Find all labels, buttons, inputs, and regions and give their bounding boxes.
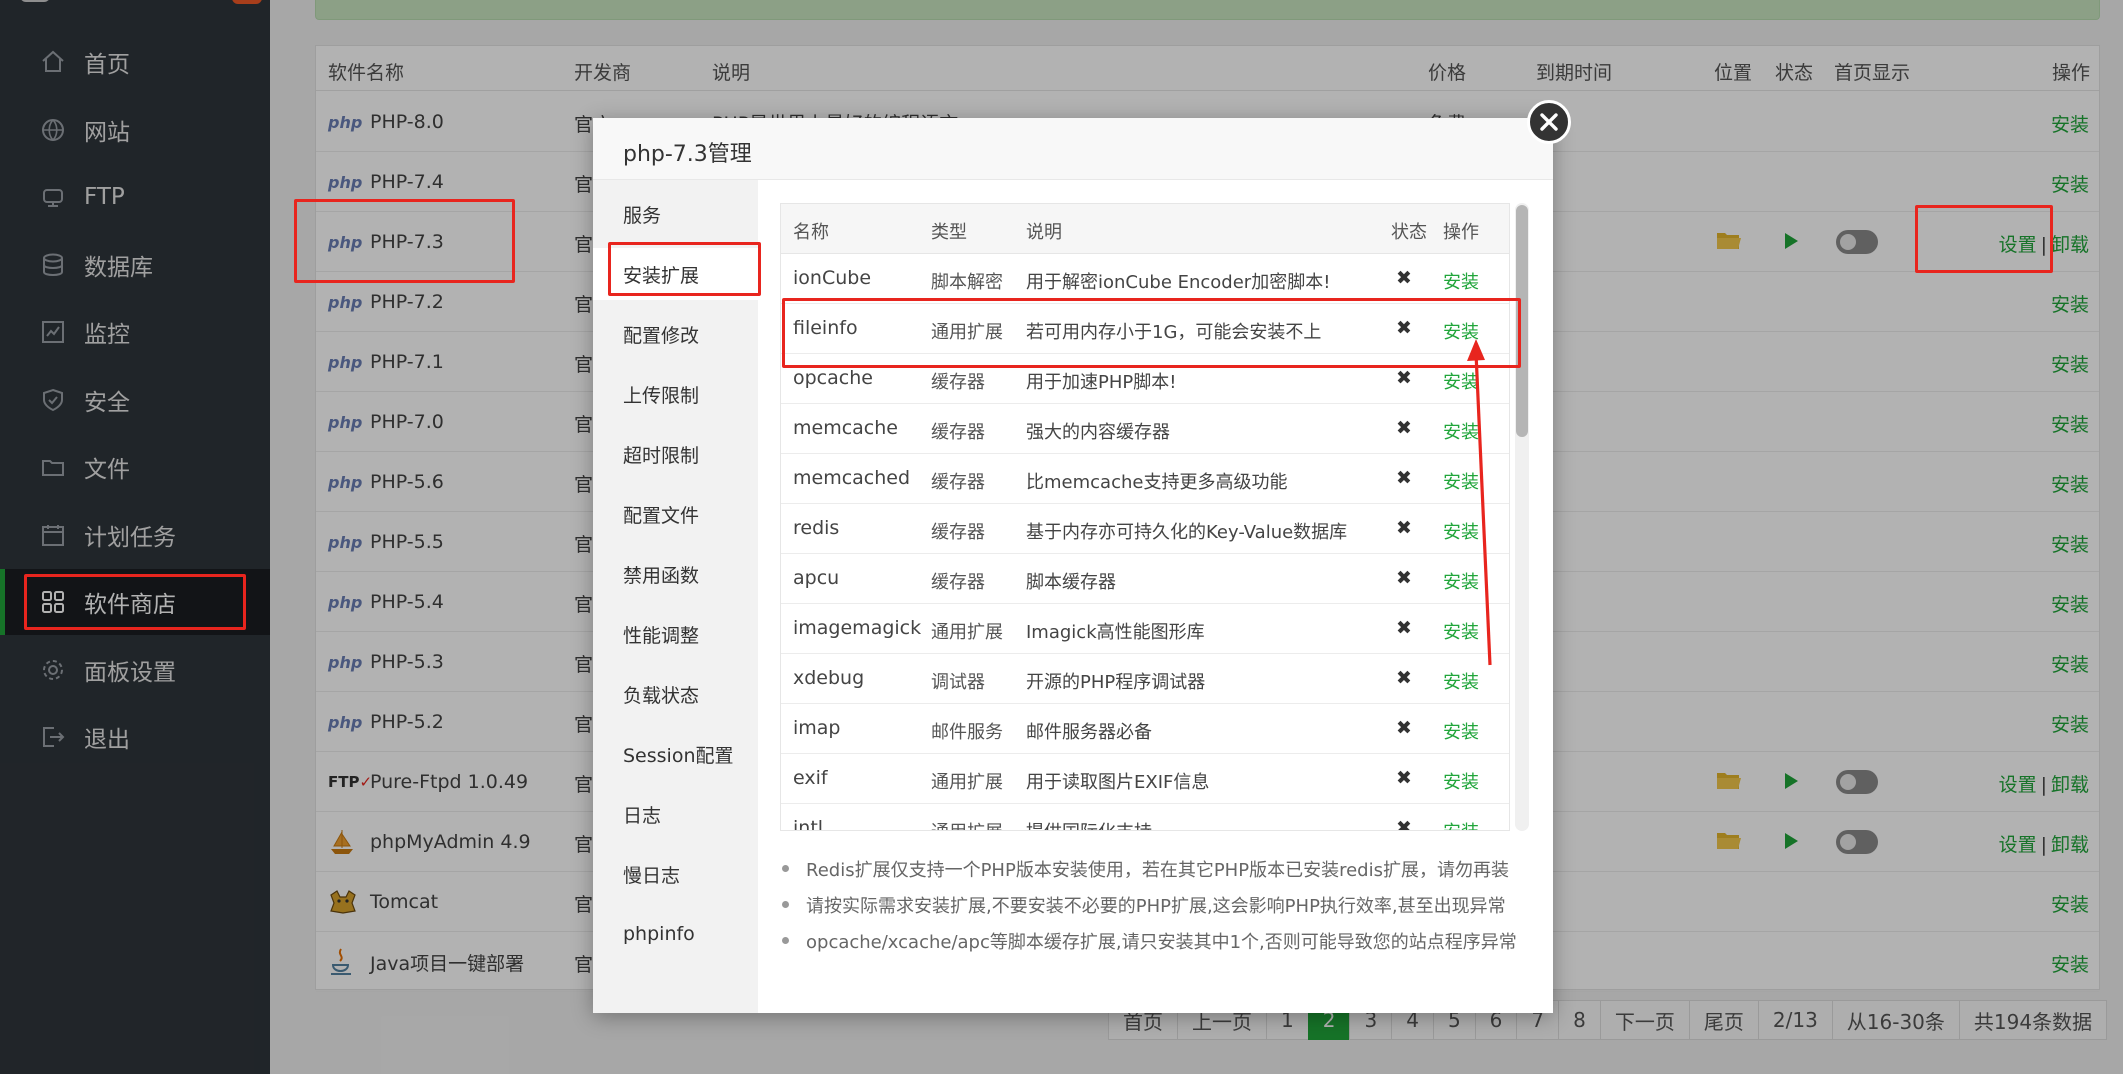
extension-desc: 开源的PHP程序调试器 — [1026, 672, 1206, 693]
modal-nav-item[interactable]: 禁用函数 — [593, 548, 758, 600]
status-x-icon: ✖ — [1396, 567, 1412, 589]
extension-name: memcached — [793, 467, 911, 489]
status-x-icon: ✖ — [1396, 517, 1412, 539]
extension-desc: Imagick高性能图形库 — [1026, 622, 1205, 643]
annotation-box-install-ext — [608, 242, 761, 296]
status-x-icon: ✖ — [1396, 367, 1412, 389]
extension-row: redis 缓存器 基于内存亦可持久化的Key-Value数据库 ✖ 安装 — [781, 504, 1509, 554]
close-icon — [1540, 113, 1558, 131]
extension-desc: 基于内存亦可持久化的Key-Value数据库 — [1026, 522, 1348, 543]
extension-type: 通用扩展 — [931, 818, 1003, 830]
extension-desc: 邮件服务器必备 — [1026, 722, 1152, 743]
extension-desc: 强大的内容缓存器 — [1026, 422, 1170, 443]
ext-col-type: 类型 — [931, 222, 967, 243]
modal-nav-item[interactable]: 服务 — [593, 188, 758, 240]
extension-row: imap 邮件服务 邮件服务器必备 ✖ 安装 — [781, 704, 1509, 754]
extension-row: apcu 缓存器 脚本缓存器 ✖ 安装 — [781, 554, 1509, 604]
modal-nav-item[interactable]: 上传限制 — [593, 368, 758, 420]
modal-nav-item[interactable]: Session配置 — [593, 728, 758, 780]
status-x-icon: ✖ — [1396, 667, 1412, 689]
install-link[interactable]: 安装 — [1443, 268, 1479, 294]
extension-row: exif 通用扩展 用于读取图片EXIF信息 ✖ 安装 — [781, 754, 1509, 804]
extension-row: xdebug 调试器 开源的PHP程序调试器 ✖ 安装 — [781, 654, 1509, 704]
annotation-box-software-store — [24, 574, 246, 630]
extension-desc: 用于解密ionCube Encoder加密脚本! — [1026, 272, 1331, 293]
extension-desc: 用于读取图片EXIF信息 — [1026, 772, 1210, 793]
extension-type: 缓存器 — [931, 522, 985, 543]
status-x-icon: ✖ — [1396, 417, 1412, 439]
extension-row: intl 通用扩展 提供国际化支持 ✖ 安装 — [781, 804, 1509, 831]
modal-title: php-7.3管理 — [593, 118, 1553, 180]
extension-desc: 比memcache支持更多高级功能 — [1026, 472, 1288, 493]
extension-type: 调试器 — [931, 672, 985, 693]
extension-name: redis — [793, 517, 840, 539]
note-item: 请按实际需求安装扩展,不要安装不必要的PHP扩展,这会影响PHP执行效率,甚至出… — [780, 892, 1540, 928]
ext-col-desc: 说明 — [1026, 222, 1062, 243]
ext-col-name: 名称 — [793, 222, 829, 243]
modal-nav-item[interactable]: 日志 — [593, 788, 758, 840]
install-link[interactable]: 安装 — [1443, 818, 1479, 830]
extension-name: opcache — [793, 367, 873, 389]
extension-type: 邮件服务 — [931, 722, 1003, 743]
extension-name: exif — [793, 767, 828, 789]
extension-type: 缓存器 — [931, 472, 985, 493]
close-button[interactable] — [1527, 100, 1571, 144]
status-x-icon: ✖ — [1396, 767, 1412, 789]
extension-type: 缓存器 — [931, 572, 985, 593]
extension-desc: 提供国际化支持 — [1026, 818, 1152, 830]
extension-name: apcu — [793, 567, 840, 589]
extension-row: imagemagick 通用扩展 Imagick高性能图形库 ✖ 安装 — [781, 604, 1509, 654]
extension-type: 缓存器 — [931, 372, 985, 393]
status-x-icon: ✖ — [1396, 467, 1412, 489]
status-x-icon: ✖ — [1396, 817, 1412, 831]
modal-nav-item[interactable]: 慢日志 — [593, 848, 758, 900]
modal-nav-item[interactable]: 性能调整 — [593, 608, 758, 660]
extension-desc: 脚本缓存器 — [1026, 572, 1116, 593]
ext-col-op: 操作 — [1443, 222, 1479, 243]
extension-name: xdebug — [793, 667, 865, 689]
notes-list: Redis扩展仅支持一个PHP版本安装使用，若在其它PHP版本已安装redis扩… — [780, 856, 1540, 964]
extension-row: ionCube 脚本解密 用于解密ionCube Encoder加密脚本! ✖ 安装 — [781, 254, 1509, 304]
note-item: opcache/xcache/apc等脚本缓存扩展,请只安装其中1个,否则可能导… — [780, 928, 1540, 964]
modal-nav-item[interactable]: phpinfo — [593, 908, 758, 960]
modal-nav-item[interactable]: 配置修改 — [593, 308, 758, 360]
install-link[interactable]: 安装 — [1443, 718, 1479, 744]
extension-type: 缓存器 — [931, 422, 985, 443]
extension-name: ionCube — [793, 267, 872, 289]
status-x-icon: ✖ — [1396, 617, 1412, 639]
modal-nav-item[interactable]: 负载状态 — [593, 668, 758, 720]
extension-name: intl — [793, 817, 824, 831]
status-x-icon: ✖ — [1396, 267, 1412, 289]
extension-type: 通用扩展 — [931, 622, 1003, 643]
note-item: Redis扩展仅支持一个PHP版本安装使用，若在其它PHP版本已安装redis扩… — [780, 856, 1540, 892]
extension-name: memcache — [793, 417, 898, 439]
modal-nav-item[interactable]: 配置文件 — [593, 488, 758, 540]
modal-nav-item[interactable]: 超时限制 — [593, 428, 758, 480]
extension-type: 通用扩展 — [931, 772, 1003, 793]
extension-row: memcache 缓存器 强大的内容缓存器 ✖ 安装 — [781, 404, 1509, 454]
extension-row: memcached 缓存器 比memcache支持更多高级功能 ✖ 安装 — [781, 454, 1509, 504]
extension-name: imap — [793, 717, 841, 739]
ext-col-status: 状态 — [1391, 222, 1427, 243]
extension-table-header: 名称 类型 说明 状态 操作 — [781, 204, 1509, 254]
extension-desc: 用于加速PHP脚本! — [1026, 372, 1177, 393]
annotation-arrow — [1467, 339, 1492, 666]
extension-type: 脚本解密 — [931, 272, 1003, 293]
extension-name: imagemagick — [793, 617, 922, 639]
annotation-box-php73 — [294, 199, 515, 283]
modal-nav: 服务 安装扩展 配置修改 上传限制 超时限制 配置文件 禁用函数 性能调整 负载状态 Sessio… — [593, 180, 758, 1013]
annotation-box-fileinfo — [782, 298, 1521, 368]
status-x-icon: ✖ — [1396, 717, 1412, 739]
install-link[interactable]: 安装 — [1443, 768, 1479, 794]
annotation-box-settings — [1915, 205, 2053, 273]
